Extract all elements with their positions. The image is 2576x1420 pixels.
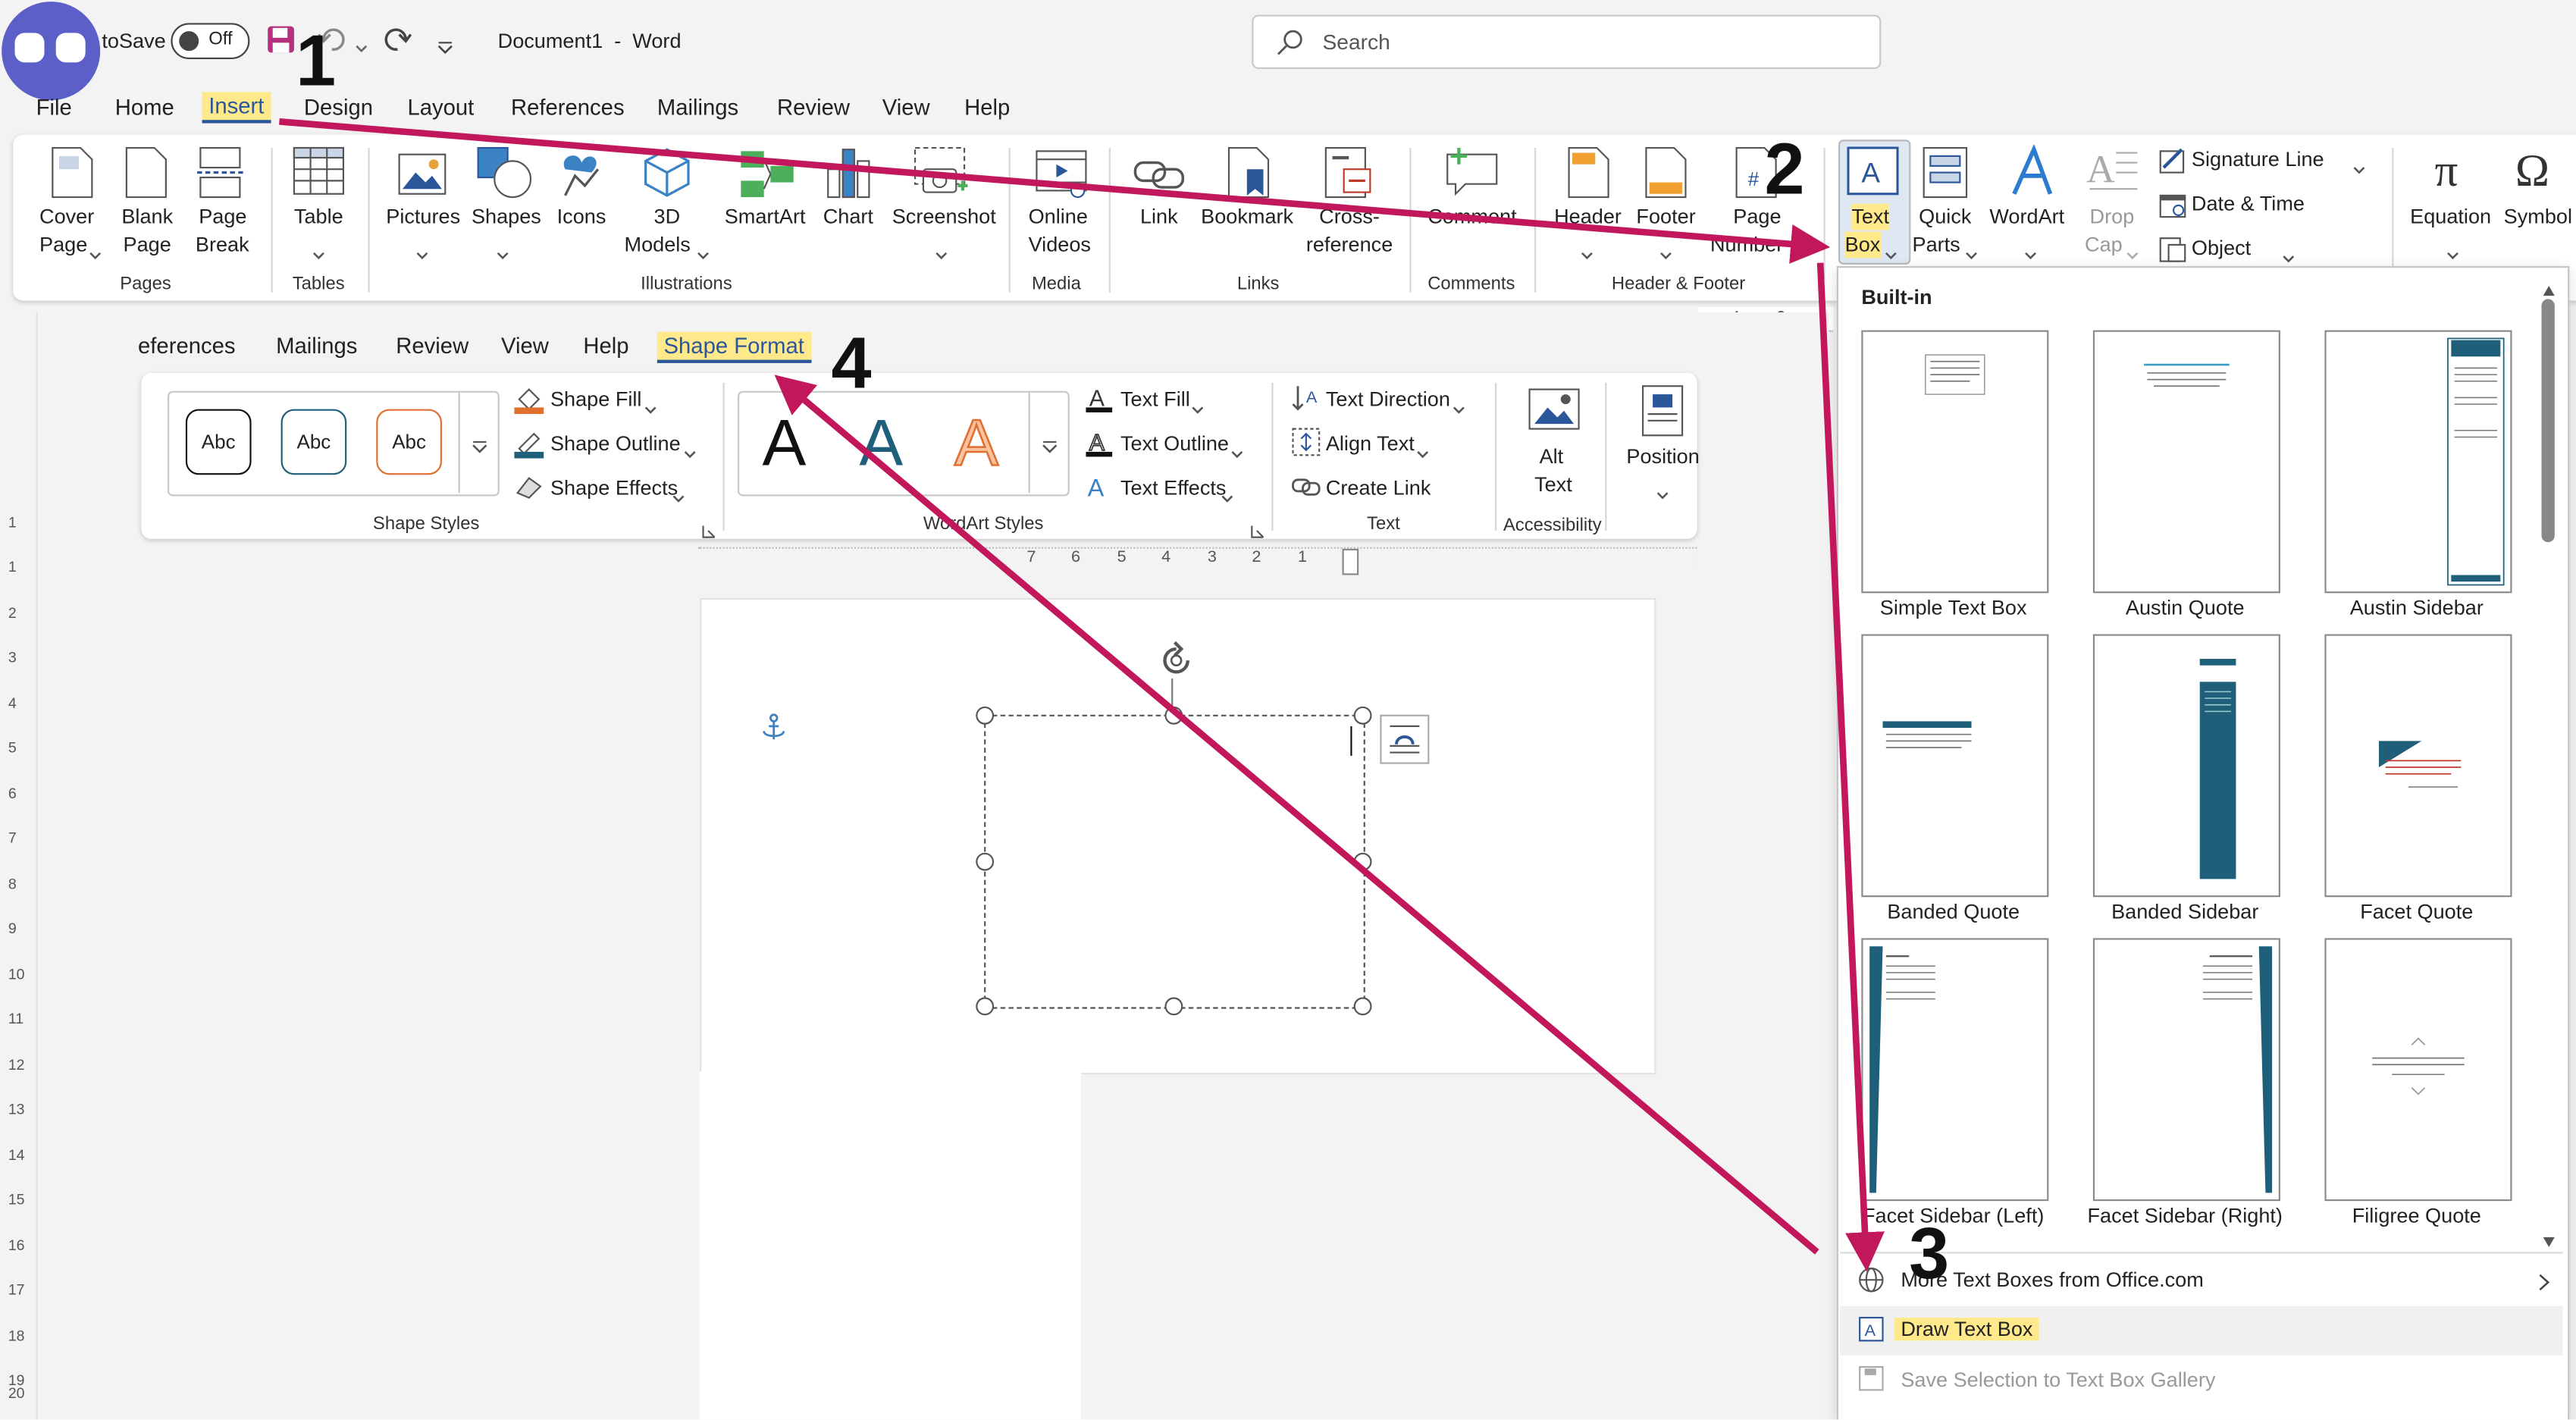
arrow-step-3-to-4	[774, 375, 1819, 1255]
step-number-4: 4	[831, 323, 872, 405]
arrow-step-1-to-2	[279, 118, 1831, 264]
annotation-arrows	[279, 118, 1885, 1272]
step-number-3: 3	[1909, 1214, 1950, 1295]
word-window: toSave Off Document1 - Word Search File …	[0, 0, 2576, 1420]
step-number-1: 1	[296, 21, 337, 102]
arrow-step-2-to-3	[1816, 262, 1885, 1272]
step-number-2: 2	[1764, 130, 1805, 211]
